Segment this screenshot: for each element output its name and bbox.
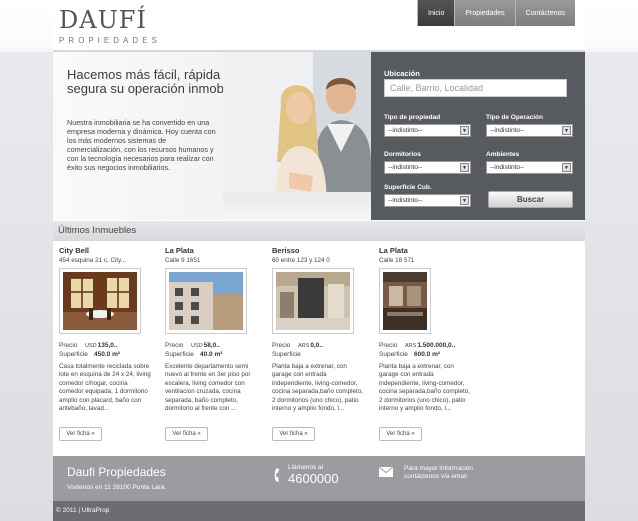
rooms-value: --indistinto--	[490, 164, 525, 171]
area-label: Superficie	[272, 351, 301, 358]
chevron-down-icon: ▼	[460, 163, 469, 172]
chevron-down-icon: ▼	[460, 196, 469, 205]
location-search-input[interactable]: Calle, Barrio, Localidad	[384, 79, 567, 97]
listings-heading: Últimos Inmuebles	[53, 221, 585, 241]
price-currency: ARS	[405, 342, 417, 349]
rooms-label: Ambientes	[486, 151, 520, 158]
footer-address: Visitenos en 11 28100 Punta Lara.	[67, 484, 167, 491]
price-value: 0,0..	[310, 342, 323, 349]
price-value: 1.500.000,0..	[417, 342, 456, 349]
right-margin	[585, 52, 638, 521]
phone-number[interactable]: 4600000	[288, 471, 339, 486]
area-value: 40.0 m²	[200, 351, 223, 358]
chevron-down-icon: ▼	[562, 163, 571, 172]
listing-price-block: Precio ARS 0,0.. Superficie	[272, 341, 372, 359]
area-label: Superficie	[59, 351, 88, 358]
listing-image	[276, 272, 350, 330]
rooms-select[interactable]: --indistinto-- ▼	[486, 161, 573, 174]
nav-propiedades[interactable]: Propiedades	[454, 0, 515, 26]
area-value: 600.0 m²	[414, 351, 441, 358]
listing-price-block: Precio USD 58,0.. Superficie 40.0 m²	[165, 341, 265, 359]
bedrooms-value: --indistinto--	[388, 164, 423, 171]
listing-photo[interactable]	[272, 268, 354, 334]
listing-city: Berisso	[272, 246, 300, 255]
search-button[interactable]: Buscar	[488, 191, 573, 208]
phone-icon	[274, 468, 279, 482]
listing-address: 60 entre 123 y 124 0	[272, 257, 330, 264]
listing-image	[383, 272, 427, 330]
listing-image	[63, 272, 137, 330]
site-footer: Daufi Propiedades Visitenos en 11 28100 …	[53, 456, 585, 501]
hero-people-photo	[223, 52, 371, 220]
property-type-value: --indistinto--	[388, 127, 423, 134]
listing-card: Berisso 60 entre 123 y 124 0 Precio ARS 0,…	[272, 246, 372, 441]
listing-description: Planta baja a extrenar, con garage con e…	[272, 363, 364, 413]
area-value: --indistinto--	[388, 197, 423, 204]
listing-address: Calle 18 571	[379, 257, 415, 264]
listing-image	[169, 272, 243, 330]
price-currency: ARS	[298, 342, 310, 349]
listing-description: Planta baja a extrenar, con garage con e…	[379, 363, 471, 413]
area-select[interactable]: --indistinto-- ▼	[384, 194, 471, 207]
listing-address: Calle 9 1651	[165, 257, 201, 264]
listing-address: 454 esquina 21 c, City...	[59, 257, 127, 264]
price-currency: USD	[85, 342, 97, 349]
listing-description: Excelente departamento semi nuevo al fre…	[165, 363, 251, 413]
property-type-select[interactable]: --indistinto-- ▼	[384, 124, 471, 137]
nav-inicio[interactable]: Inicio	[417, 0, 455, 26]
view-listing-button[interactable]: Ver ficha »	[272, 427, 315, 441]
listing-photo[interactable]	[379, 268, 431, 334]
price-value: 135,0..	[97, 342, 118, 349]
left-margin	[0, 52, 53, 521]
area-label: Superficie Cub.	[384, 184, 432, 191]
email-contact-text[interactable]: Para mayor información contáctenos vía e…	[404, 465, 489, 481]
listing-city: La Plata	[379, 246, 408, 255]
listing-city: City Bell	[59, 246, 90, 255]
copyright: © 2011 | UltraProp	[53, 501, 585, 521]
view-listing-button[interactable]: Ver ficha »	[59, 427, 102, 441]
listing-card: La Plata Calle 9 1651 Precio USD 58,0.. Su…	[165, 246, 265, 441]
area-value: 450.0 m²	[94, 351, 121, 358]
property-type-label: Tipo de propiedad	[384, 114, 441, 121]
area-label: Superficie	[165, 351, 194, 358]
search-panel: Ubicación Calle, Barrio, Localidad Tipo …	[371, 52, 585, 220]
price-value: 58,0..	[203, 342, 220, 349]
logo-wordmark: DAUFÍ	[59, 6, 147, 34]
listing-card: La Plata Calle 18 571 Precio ARS 1.500.000…	[379, 246, 479, 441]
email-icon[interactable]	[379, 467, 393, 477]
listing-price-block: Precio USD 135,0.. Superficie 450.0 m²	[59, 341, 159, 359]
bedrooms-label: Dormitorios	[384, 151, 421, 158]
chevron-down-icon: ▼	[460, 126, 469, 135]
footer-title: Daufi Propiedades	[67, 465, 166, 479]
logo-tagline: PROPIEDADES	[59, 36, 161, 45]
bedrooms-select[interactable]: --indistinto-- ▼	[384, 161, 471, 174]
price-currency: USD	[191, 342, 203, 349]
listing-city: La Plata	[165, 246, 194, 255]
operation-type-value: --indistinto--	[490, 127, 525, 134]
chevron-down-icon: ▼	[562, 126, 571, 135]
listing-price-block: Precio ARS 1.500.000,0.. Superficie 600.0 m…	[379, 341, 479, 359]
view-listing-button[interactable]: Ver ficha »	[165, 427, 208, 441]
nav-contactenos[interactable]: Contáctenos	[514, 0, 575, 26]
view-listing-button[interactable]: Ver ficha »	[379, 427, 422, 441]
listing-photo[interactable]	[165, 268, 247, 334]
listing-card: City Bell 454 esquina 21 c, City... Prec…	[59, 246, 159, 441]
listing-photo[interactable]	[59, 268, 141, 334]
main-nav: Inicio Propiedades Contáctenos	[417, 0, 575, 26]
hero-banner: Hacemos más fácil, rápida y segura su op…	[53, 52, 371, 220]
page-container: DAUFÍ PROPIEDADES Inicio Propiedades Con…	[53, 0, 585, 521]
hero-text: Nuestra inmobiliaria se ha convertido en…	[67, 118, 216, 172]
site-logo[interactable]: DAUFÍ PROPIEDADES	[59, 8, 159, 45]
listing-description: Casa totalmente reciclada sobre lote en …	[59, 363, 151, 413]
area-label: Superficie	[379, 351, 408, 358]
operation-type-select[interactable]: --indistinto-- ▼	[486, 124, 573, 137]
location-label: Ubicación	[384, 69, 420, 78]
phone-label: Llámenos al	[288, 464, 324, 471]
operation-type-label: Tipo de Operación	[486, 114, 543, 121]
